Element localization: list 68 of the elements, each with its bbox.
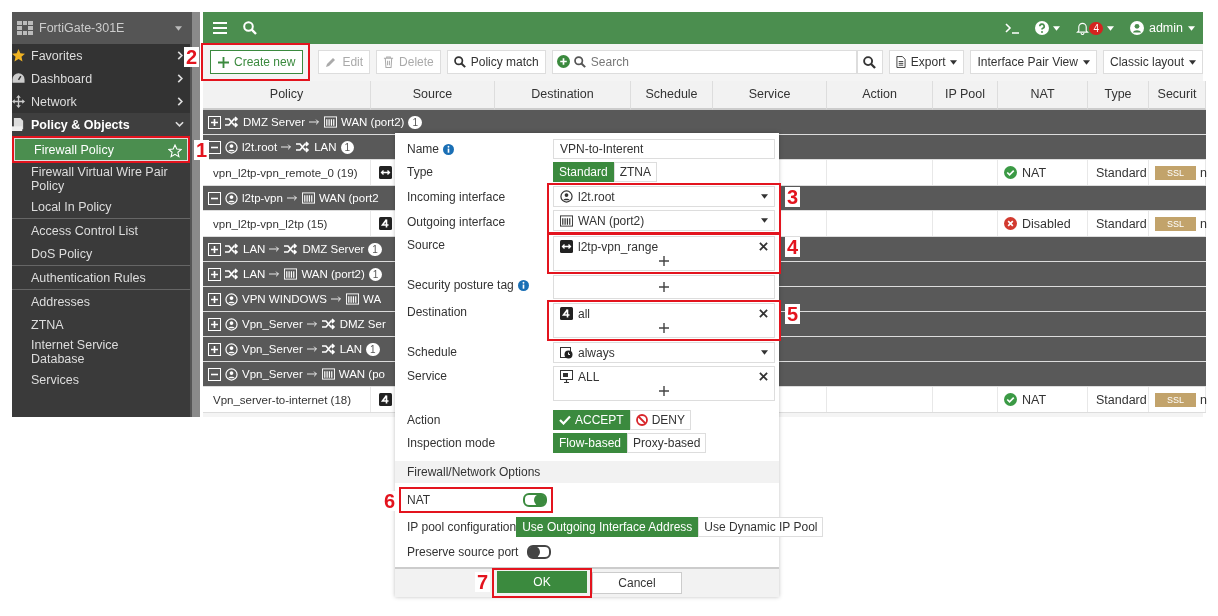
count-badge: 1 bbox=[366, 342, 380, 356]
selected-entry: l2tp-vpn_range bbox=[578, 239, 659, 254]
field-label: Action bbox=[407, 412, 442, 429]
profile-name: n bbox=[1200, 165, 1207, 180]
field-label: NAT bbox=[407, 493, 431, 507]
interface-name: LAN bbox=[314, 141, 337, 153]
profile-badge: SSL bbox=[1155, 216, 1196, 231]
field-label: Name bbox=[407, 139, 553, 159]
table-cell: Standard bbox=[1088, 160, 1149, 185]
selected-entry: all bbox=[578, 306, 590, 321]
field-label: Inspection mode bbox=[407, 435, 497, 452]
interface-name: l2tp-vpn bbox=[242, 192, 283, 204]
interface-name: WAN (port2 bbox=[318, 192, 379, 204]
user-name: admin bbox=[1148, 21, 1183, 35]
field-label: IP pool configuration bbox=[407, 520, 517, 534]
count-badge: 1 bbox=[408, 115, 423, 129]
annotation-number: 6 bbox=[381, 491, 397, 511]
profile-badge: SSL bbox=[1155, 165, 1196, 180]
notification-count: 4 bbox=[1089, 21, 1103, 35]
annotation-number: 4 bbox=[785, 237, 801, 257]
count-badge: 1 bbox=[368, 267, 383, 281]
selected-entry: ALL bbox=[578, 369, 600, 384]
table-cell: vpn_l2tp-vpn_l2tp (15) bbox=[203, 211, 371, 236]
select-value: WAN (port2) bbox=[578, 213, 645, 228]
interface-name: DMZ Ser bbox=[339, 318, 386, 330]
annotation-number: 3 bbox=[785, 187, 801, 207]
interface-name: DMZ Server bbox=[243, 116, 305, 128]
nat-status: NAT bbox=[1022, 165, 1047, 180]
field-label: Schedule bbox=[407, 344, 459, 361]
annotation-number: 1 bbox=[194, 140, 210, 160]
interface-name: DMZ Server bbox=[302, 243, 365, 255]
interface-name: Vpn_Server bbox=[242, 343, 303, 355]
interface-name: WAN (port2) bbox=[341, 116, 405, 128]
field-label: Destination bbox=[407, 304, 469, 321]
interface-name: l2t.root bbox=[242, 141, 278, 153]
interface-name: WAN (port2) bbox=[301, 268, 365, 280]
profile-badge: SSL bbox=[1155, 392, 1196, 407]
nat-status: NAT bbox=[1022, 392, 1047, 407]
profile-name: n bbox=[1200, 392, 1207, 407]
table-cell: vpn_l2tp-vpn_remote_0 (19) bbox=[203, 160, 371, 185]
device-name: FortiGate-301E bbox=[39, 21, 126, 35]
field-label: Preserve source port bbox=[407, 545, 520, 559]
count-badge: 1 bbox=[368, 242, 382, 256]
field-label: Security posture tag bbox=[407, 275, 553, 295]
interface-name: Vpn_Server bbox=[242, 318, 303, 330]
field-label: Outgoing interface bbox=[407, 214, 507, 231]
table-cell: Standard bbox=[1088, 211, 1149, 236]
table-cell: Vpn_server-to-internet (18) bbox=[203, 387, 371, 412]
interface-name: WAN (po bbox=[338, 368, 385, 380]
select-value: always bbox=[578, 345, 615, 360]
select-value: l2t.root bbox=[578, 189, 615, 204]
field-label: Service bbox=[407, 368, 448, 385]
count-badge: 1 bbox=[340, 140, 355, 154]
field-label: Type bbox=[407, 164, 434, 181]
interface-name: LAN bbox=[243, 243, 266, 255]
field-label: Incoming interface bbox=[407, 189, 507, 206]
interface-name: VPN WINDOWS bbox=[242, 293, 327, 305]
interface-name: LAN bbox=[243, 268, 266, 280]
annotation-number: 7 bbox=[474, 572, 490, 592]
field-label: Source bbox=[407, 237, 447, 254]
profile-name: n bbox=[1200, 216, 1207, 231]
nat-status: Disabled bbox=[1022, 216, 1071, 231]
annotation-number: 5 bbox=[785, 304, 801, 324]
interface-name: WA bbox=[363, 293, 382, 305]
table-cell: Standard bbox=[1088, 387, 1149, 412]
interface-name: Vpn_Server bbox=[242, 368, 303, 380]
section-header: Firewall/Network Options bbox=[395, 461, 779, 483]
interface-name: LAN bbox=[339, 343, 363, 355]
